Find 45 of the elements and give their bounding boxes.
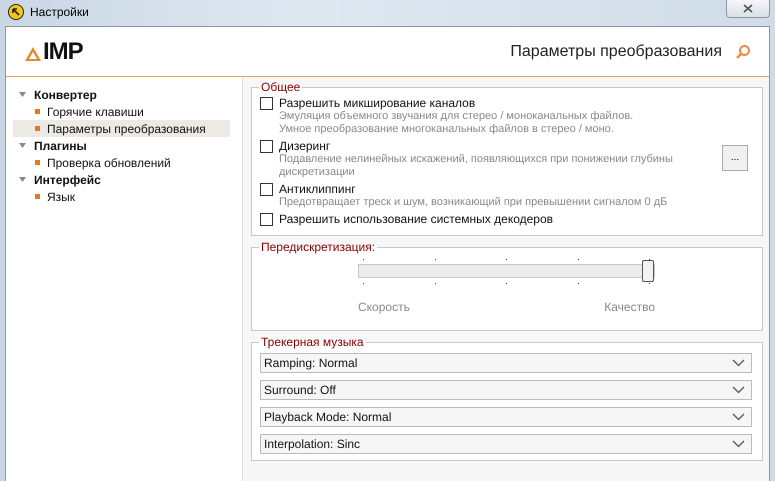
sidebar-item[interactable]: Проверка обновлений (13, 154, 230, 171)
option-description: Эмуляция объемного звучания для стерео / моноканальных файлов. (279, 110, 634, 123)
expand-arrow-icon[interactable] (19, 92, 26, 97)
expand-arrow-icon[interactable] (19, 177, 26, 182)
chevron-down-icon (732, 413, 745, 421)
checkbox-label[interactable]: Разрешить микширование каналов (279, 96, 476, 110)
sidebar-section[interactable]: Конвертер (34, 88, 97, 102)
dropdown[interactable]: Ramping: Normal (260, 353, 752, 373)
chevron-down-icon (732, 440, 745, 448)
app-logo: IMP (24, 42, 83, 62)
sidebar-section[interactable]: Интерфейс (34, 172, 101, 186)
app-icon (8, 4, 24, 20)
sidebar-item[interactable]: Горячие клавиши (13, 103, 230, 120)
slider-thumb[interactable] (642, 260, 654, 282)
page-title: Параметры преобразования (510, 42, 722, 60)
expand-arrow-icon[interactable] (19, 143, 26, 148)
window-title: Настройки (30, 5, 89, 19)
checkbox[interactable] (260, 96, 273, 110)
dropdown[interactable]: Surround: Off (260, 380, 752, 400)
option-description: Умное преобразование многоканальных файлов в стерео / моно. (279, 123, 615, 136)
group-title: Трекерная музыка (260, 335, 365, 349)
dropdown[interactable]: Playback Mode: Normal (260, 407, 752, 427)
options-button[interactable]: ... (722, 144, 748, 170)
search-icon[interactable] (735, 44, 751, 60)
close-icon (743, 4, 753, 13)
sidebar-section[interactable]: Плагины (34, 138, 87, 152)
checkbox[interactable] (260, 140, 273, 152)
chevron-down-icon (732, 359, 745, 367)
checkbox[interactable] (260, 212, 273, 226)
sidebar-item[interactable]: Язык (13, 188, 230, 205)
dropdown[interactable]: Interpolation: Sinc (260, 434, 752, 454)
slider-min-label: Скорость (358, 300, 410, 314)
checkbox-label[interactable]: Дизеринг (279, 139, 330, 153)
slider-max-label: Качество (604, 300, 655, 314)
checkbox-label[interactable]: Антиклиппинг (279, 182, 356, 196)
option-description: дискретизации (279, 166, 356, 179)
sidebar-item[interactable]: Параметры преобразования (13, 120, 230, 137)
checkbox-label[interactable]: Разрешить использование системных декодеров (279, 212, 554, 226)
group-title: Общее (260, 80, 302, 94)
checkbox[interactable] (260, 182, 273, 196)
chevron-down-icon (732, 386, 745, 394)
close-button[interactable] (726, 0, 770, 18)
group-title: Передискретизация: (260, 240, 376, 254)
option-description: Предотвращает треск и шум, возникающий при превышении сигналом 0 дБ (279, 196, 668, 209)
option-description: Подавление нелинейных искажений, появляющихся при понижении глубины (279, 153, 674, 166)
